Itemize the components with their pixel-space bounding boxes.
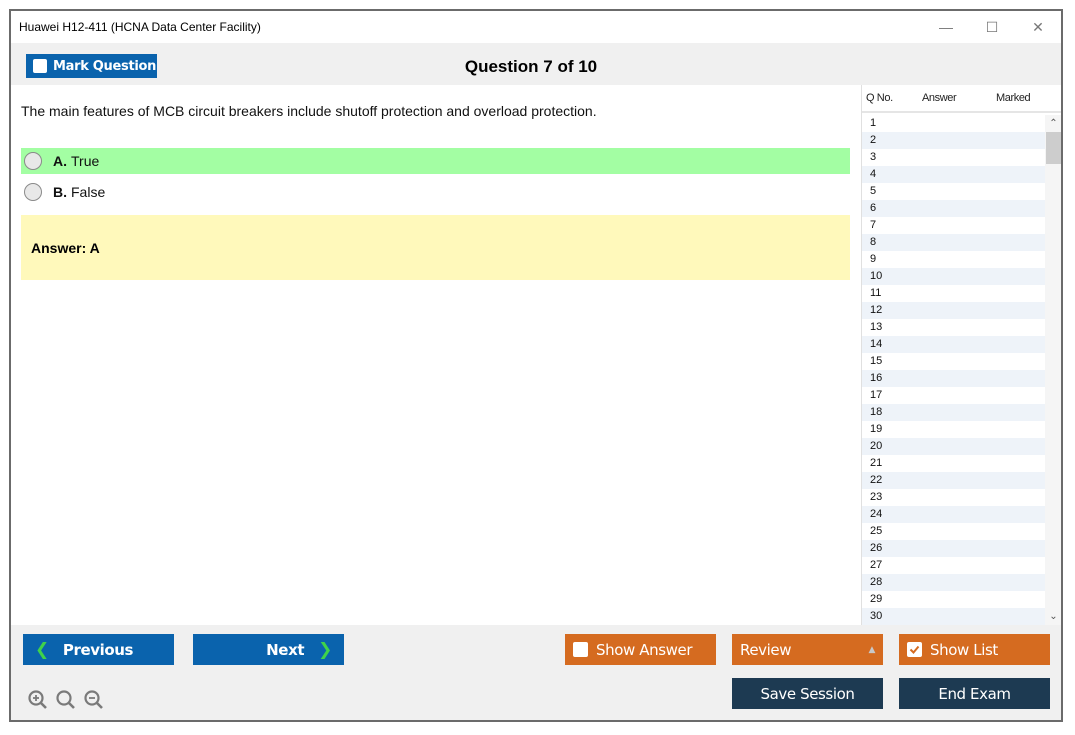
question-list-row[interactable]: 17 — [862, 387, 1045, 404]
chevron-right-icon: ❯ — [318, 639, 332, 660]
question-list-row[interactable]: 28 — [862, 574, 1045, 591]
zoom-controls — [27, 689, 105, 711]
save-session-button[interactable]: Save Session — [732, 678, 883, 709]
question-list-header: Q No. Answer Marked — [862, 85, 1061, 113]
question-list-row[interactable]: 9 — [862, 251, 1045, 268]
window-controls: — ☐ ✕ — [923, 11, 1061, 43]
question-list-row[interactable]: 25 — [862, 523, 1045, 540]
zoom-out-icon[interactable] — [83, 689, 105, 711]
show-list-toggle[interactable]: Show List — [899, 634, 1050, 665]
maximize-icon[interactable]: ☐ — [969, 11, 1015, 43]
column-header-qno[interactable]: Q No. — [862, 92, 918, 104]
radio-button[interactable] — [24, 183, 42, 201]
end-exam-button[interactable]: End Exam — [899, 678, 1050, 709]
question-list-row[interactable]: 4 — [862, 166, 1045, 183]
question-list-rows: 1 2 3 4 5 6 7 8 9 10 11 12 13 14 15 16 17 18 19 20 21 22 23 24 2… — [862, 115, 1045, 625]
question-list-row[interactable]: 8 — [862, 234, 1045, 251]
question-list-row[interactable]: 26 — [862, 540, 1045, 557]
checkbox-icon[interactable] — [573, 642, 588, 657]
zoom-in-icon[interactable] — [27, 689, 49, 711]
radio-button[interactable] — [24, 152, 42, 170]
option-b[interactable]: B. False — [21, 179, 850, 205]
question-list-row[interactable]: 11 — [862, 285, 1045, 302]
question-list-row[interactable]: 5 — [862, 183, 1045, 200]
question-list-row[interactable]: 18 — [862, 404, 1045, 421]
scrollbar[interactable]: ⌃ ⌄ — [1045, 115, 1061, 625]
minimize-icon[interactable]: — — [923, 11, 969, 43]
scroll-up-icon[interactable]: ⌃ — [1045, 115, 1061, 132]
question-list-row[interactable]: 27 — [862, 557, 1045, 574]
question-list-row[interactable]: 10 — [862, 268, 1045, 285]
question-list-row[interactable]: 12 — [862, 302, 1045, 319]
question-list-row[interactable]: 3 — [862, 149, 1045, 166]
question-list-row[interactable]: 6 — [862, 200, 1045, 217]
question-list-row[interactable]: 1 — [862, 115, 1045, 132]
question-text: The main features of MCB circuit breaker… — [21, 103, 597, 119]
question-list-row[interactable]: 21 — [862, 455, 1045, 472]
question-list-row[interactable]: 20 — [862, 438, 1045, 455]
option-letter: B. — [53, 184, 67, 200]
mark-question-label: Mark Question — [53, 58, 157, 74]
question-list-row[interactable]: 15 — [862, 353, 1045, 370]
question-counter: Question 7 of 10 — [464, 57, 598, 76]
show-answer-label: Show Answer — [596, 640, 693, 659]
column-header-marked[interactable]: Marked — [990, 92, 1050, 104]
scroll-thumb[interactable] — [1046, 132, 1061, 164]
question-list-row[interactable]: 13 — [862, 319, 1045, 336]
zoom-reset-icon[interactable] — [55, 689, 77, 711]
scroll-down-icon[interactable]: ⌄ — [1045, 608, 1061, 625]
question-panel: The main features of MCB circuit breaker… — [11, 85, 861, 625]
option-letter: A. — [53, 153, 67, 169]
column-header-answer[interactable]: Answer — [918, 92, 990, 104]
question-list-row[interactable]: 30 — [862, 608, 1045, 625]
checkbox-icon — [33, 59, 47, 73]
previous-button[interactable]: ❮ Previous — [23, 634, 174, 665]
next-label: Next — [266, 640, 305, 659]
window-title: Huawei H12-411 (HCNA Data Center Facilit… — [19, 20, 261, 34]
question-list-row[interactable]: 2 — [862, 132, 1045, 149]
checkbox-checked-icon[interactable] — [907, 642, 922, 657]
question-list-row[interactable]: 16 — [862, 370, 1045, 387]
question-list-row[interactable]: 14 — [862, 336, 1045, 353]
option-text: True — [71, 153, 100, 169]
next-button[interactable]: Next ❯ — [193, 634, 344, 665]
question-list-row[interactable]: 23 — [862, 489, 1045, 506]
question-list-row[interactable]: 22 — [862, 472, 1045, 489]
review-dropdown[interactable]: Review ▲ — [732, 634, 883, 665]
question-list-row[interactable]: 7 — [862, 217, 1045, 234]
option-a[interactable]: A. True — [21, 148, 850, 174]
question-list-row[interactable]: 29 — [862, 591, 1045, 608]
previous-label: Previous — [62, 640, 134, 659]
question-header: Mark Question Question 7 of 10 — [11, 43, 1061, 85]
answer-box: Answer: A — [21, 215, 850, 280]
app-window: Huawei H12-411 (HCNA Data Center Facilit… — [9, 9, 1063, 722]
chevron-left-icon: ❮ — [35, 639, 49, 660]
mark-question-button[interactable]: Mark Question — [26, 54, 157, 78]
close-icon[interactable]: ✕ — [1015, 11, 1061, 43]
title-bar: Huawei H12-411 (HCNA Data Center Facilit… — [11, 11, 1061, 43]
answer-text: Answer: A — [31, 239, 100, 256]
end-exam-label: End Exam — [938, 684, 1011, 703]
caret-up-icon: ▲ — [868, 644, 875, 655]
question-list-row[interactable]: 19 — [862, 421, 1045, 438]
show-answer-toggle[interactable]: Show Answer — [565, 634, 716, 665]
show-list-label: Show List — [930, 640, 998, 659]
option-text: False — [71, 184, 106, 200]
question-list-row[interactable]: 24 — [862, 506, 1045, 523]
review-label: Review — [740, 640, 792, 659]
question-list: Q No. Answer Marked 1 2 3 4 5 6 7 8 9 10 11 12 13 14 1… — [861, 85, 1061, 625]
save-session-label: Save Session — [760, 684, 855, 703]
